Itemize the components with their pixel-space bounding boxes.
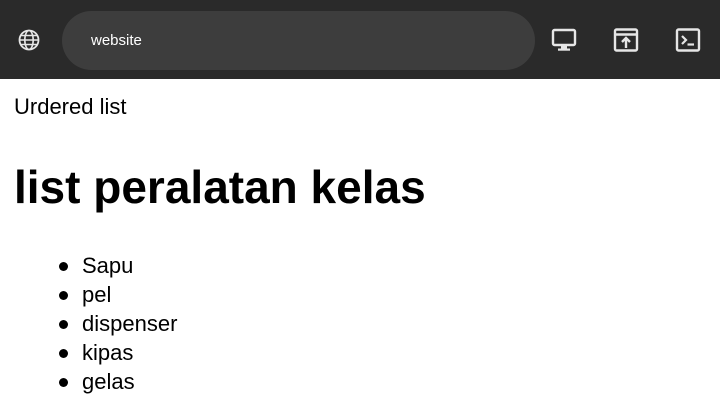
desktop-icon[interactable] (551, 27, 577, 53)
list-item: dispenser (59, 309, 178, 338)
list-item-label: pel (82, 282, 112, 307)
terminal-icon[interactable] (675, 27, 701, 53)
list-item: pel (59, 280, 177, 309)
bullet-icon (59, 320, 68, 329)
intro-text: Urdered list (14, 94, 127, 119)
bullet-icon (59, 262, 68, 271)
address-bar-text: website (91, 32, 142, 49)
list-item-label: kipas (82, 340, 134, 365)
list-item-label: dispenser (82, 311, 178, 336)
globe-icon[interactable] (17, 28, 41, 52)
list-item: gelas (59, 367, 177, 396)
bullet-icon (59, 378, 68, 387)
address-bar[interactable]: website (62, 11, 535, 70)
list-item-label: Sapu (82, 253, 134, 278)
equipment-list: Sapu pel dispenser kipas gelas (59, 251, 178, 396)
bullet-icon (59, 349, 68, 358)
open-in-new-icon[interactable] (613, 27, 639, 53)
page-heading: list peralatan kelas (14, 161, 426, 213)
list-item: Sapu (59, 251, 177, 280)
page-content: Urdered list list peralatan kelas Sapu p… (0, 79, 720, 418)
list-item: kipas (59, 338, 177, 367)
browser-toolbar: website (0, 0, 720, 79)
list-item-label: gelas (82, 369, 135, 394)
bullet-icon (59, 291, 68, 300)
